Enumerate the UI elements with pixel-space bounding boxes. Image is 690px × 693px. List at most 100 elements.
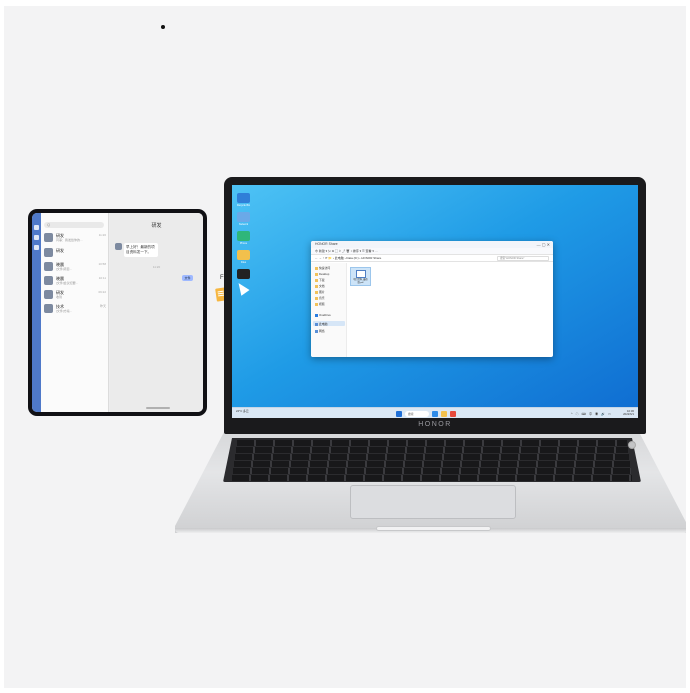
- sidebar-item[interactable]: OneDrive: [315, 313, 331, 317]
- sidebar-item-label: 此电脑: [319, 322, 328, 326]
- chat-list-item[interactable]: 技术 [文件]方案... 昨天: [44, 304, 108, 317]
- keyboard-row[interactable]: [235, 454, 629, 460]
- chat-list-item[interactable]: 晓晨 [文件]项目... 10:58: [44, 262, 108, 275]
- desktop-icon-label: Files: [240, 261, 247, 264]
- message-time: 11:20: [152, 265, 161, 269]
- power-button[interactable]: [628, 441, 636, 449]
- chat-preview: [文件]项目...: [56, 267, 73, 271]
- chat-list-item[interactable]: 研发 同事：我发给你的… 11:20: [44, 233, 108, 246]
- network-icon: [315, 330, 318, 333]
- chat-search-input[interactable]: Q: [44, 222, 104, 228]
- mouse-cursor-icon: [234, 280, 250, 296]
- keyboard-row[interactable]: [233, 468, 631, 474]
- incoming-message-bubble[interactable]: 早上好！最新的项目资料发一下。: [124, 243, 158, 257]
- desktop-icon: [315, 273, 318, 276]
- sidebar-item[interactable]: 网络: [315, 329, 325, 333]
- taskbar-clock[interactable]: 10:30 2022/6/1: [623, 409, 634, 417]
- sidebar-item[interactable]: 视频: [315, 302, 325, 306]
- star-icon: [315, 267, 318, 270]
- sidebar-item[interactable]: Desktop: [315, 272, 329, 276]
- folder-taskbar-icon[interactable]: [441, 410, 447, 417]
- document-icon: [315, 285, 318, 288]
- system-tray[interactable]: ^ ☁ ⌨ 中 ◉ 🔊 ▭: [571, 411, 612, 416]
- chat-pane: 研发 早上好！最新的项目资料发一下。 11:20 文件: [110, 213, 203, 412]
- sidebar-item-label: 下载: [319, 278, 325, 282]
- phone-hinge: [146, 407, 170, 409]
- video-icon: [315, 303, 318, 306]
- contacts-tab-icon[interactable]: [34, 235, 39, 240]
- address-bar[interactable]: ← → ↑ ⟳ 📁 › 此电脑 › Data (D:) › HONOR Shar…: [311, 255, 553, 262]
- chat-preview: [文件]会议纪要...: [56, 281, 79, 285]
- avatar: [44, 290, 53, 299]
- taskbar-search[interactable]: 搜索: [405, 410, 429, 417]
- avatar: [44, 248, 53, 257]
- weather-widget[interactable]: 24°C 多云: [236, 409, 249, 413]
- download-icon: [315, 279, 318, 282]
- chat-list-item[interactable]: 研发: [44, 248, 108, 261]
- chat-list: Q 研发 同事：我发给你的… 11:20 研发 晓晨 [文件]项目... 10:…: [41, 213, 109, 412]
- breadcrumb[interactable]: ← → ↑ ⟳ 📁 › 此电脑 › Data (D:) › HONOR Shar…: [315, 256, 381, 260]
- keyboard-row[interactable]: [232, 475, 632, 481]
- product-stage: Q 研发 同事：我发给你的… 11:20 研发 晓晨 [文件]项目... 10:…: [4, 6, 686, 688]
- laptop-lid: Recycle Bin Network Phone Files HONOR Sh…: [224, 177, 646, 434]
- brand-logo: HONOR: [418, 421, 452, 428]
- avatar: [115, 243, 122, 250]
- chat-list-item[interactable]: 晓晨 [文件]会议纪要... 10:11: [44, 276, 108, 289]
- avatar: [44, 304, 53, 313]
- chat-tab-icon[interactable]: [34, 225, 39, 230]
- chat-list-item[interactable]: 研发 收到 09:22: [44, 290, 108, 303]
- sidebar-item[interactable]: 快速访问: [315, 266, 330, 270]
- foldable-phone: Q 研发 同事：我发给你的… 11:20 研发 晓晨 [文件]项目... 10:…: [28, 209, 207, 416]
- keyboard-row[interactable]: [236, 447, 628, 453]
- sidebar-item[interactable]: 下载: [315, 278, 325, 282]
- outgoing-file-bubble[interactable]: 文件: [182, 275, 193, 281]
- sidebar-item-label: 视频: [319, 302, 325, 306]
- window-controls[interactable]: — ▢ ✕: [537, 241, 550, 248]
- sidebar-item-label: 文档: [319, 284, 325, 288]
- sidebar-item[interactable]: 图片: [315, 290, 325, 294]
- laptop-screen: Recycle Bin Network Phone Files HONOR Sh…: [232, 185, 638, 418]
- window-titlebar[interactable]: HONOR Share — ▢ ✕: [311, 241, 553, 248]
- avatar: [44, 276, 53, 285]
- sidebar-item-label: 图片: [319, 290, 325, 294]
- sidebar-item[interactable]: 文档: [315, 284, 325, 288]
- gallery-icon[interactable]: [237, 269, 250, 279]
- phone-camera: [161, 25, 165, 29]
- touchpad[interactable]: [350, 485, 516, 519]
- chat-preview: [文件]方案...: [56, 309, 73, 313]
- chat-name: 研发: [56, 248, 64, 253]
- desktop-icon-label: Phone: [239, 242, 248, 245]
- chat-title: 研发: [151, 223, 162, 229]
- recycle-bin-icon[interactable]: [237, 193, 250, 203]
- explorer-sidebar: 快速访问 Desktop 下载 文档 图片 音乐 视频 OneDrive 此电脑…: [311, 263, 347, 357]
- sidebar-item[interactable]: 此电脑: [315, 322, 327, 326]
- network-icon[interactable]: [237, 212, 250, 222]
- file-explorer-window[interactable]: HONOR Share — ▢ ✕ ⊕ 新建 ▾ ✂ ⧉ ▢ ⇪ ⤴ 🗑 ↕ 排…: [311, 241, 553, 357]
- image-icon: [315, 291, 318, 294]
- phone-nav-rail: [32, 213, 41, 412]
- chat-time: 10:58: [98, 262, 106, 266]
- file-item[interactable]: 项目资料_最终版.pdf: [350, 267, 371, 286]
- app-taskbar-icon[interactable]: [450, 410, 456, 417]
- explorer-search-input[interactable]: 搜索"HONOR Share": [497, 256, 549, 261]
- folder-icon[interactable]: [237, 250, 250, 260]
- pdf-file-icon: [356, 270, 366, 278]
- lid-notch: [376, 526, 491, 531]
- sidebar-item[interactable]: 音乐: [315, 296, 325, 300]
- keyboard[interactable]: [223, 438, 641, 482]
- discover-tab-icon[interactable]: [34, 245, 39, 250]
- keyboard-row[interactable]: [234, 461, 630, 467]
- start-menu-icon[interactable]: [396, 410, 402, 417]
- chat-time: 09:22: [98, 290, 106, 294]
- clock-date: 2022/6/1: [623, 412, 634, 417]
- taskbar: 24°C 多云 搜索 ^ ☁ ⌨ 中 ◉ 🔊 ▭ 10:30 2022/6/1: [232, 407, 638, 418]
- phone-link-icon[interactable]: [237, 231, 250, 241]
- window-title: HONOR Share: [315, 242, 338, 246]
- music-icon: [315, 297, 318, 300]
- explorer-taskbar-icon[interactable]: [432, 410, 438, 417]
- cloud-icon: [315, 314, 318, 317]
- chat-time: 10:11: [98, 276, 106, 280]
- explorer-toolbar[interactable]: ⊕ 新建 ▾ ✂ ⧉ ▢ ⇪ ⤴ 🗑 ↕ 排序 ▾ ☰ 查看 ▾ ···: [311, 248, 553, 255]
- desktop-icon-label: Recycle Bin: [236, 204, 251, 207]
- keyboard-row[interactable]: [237, 440, 627, 446]
